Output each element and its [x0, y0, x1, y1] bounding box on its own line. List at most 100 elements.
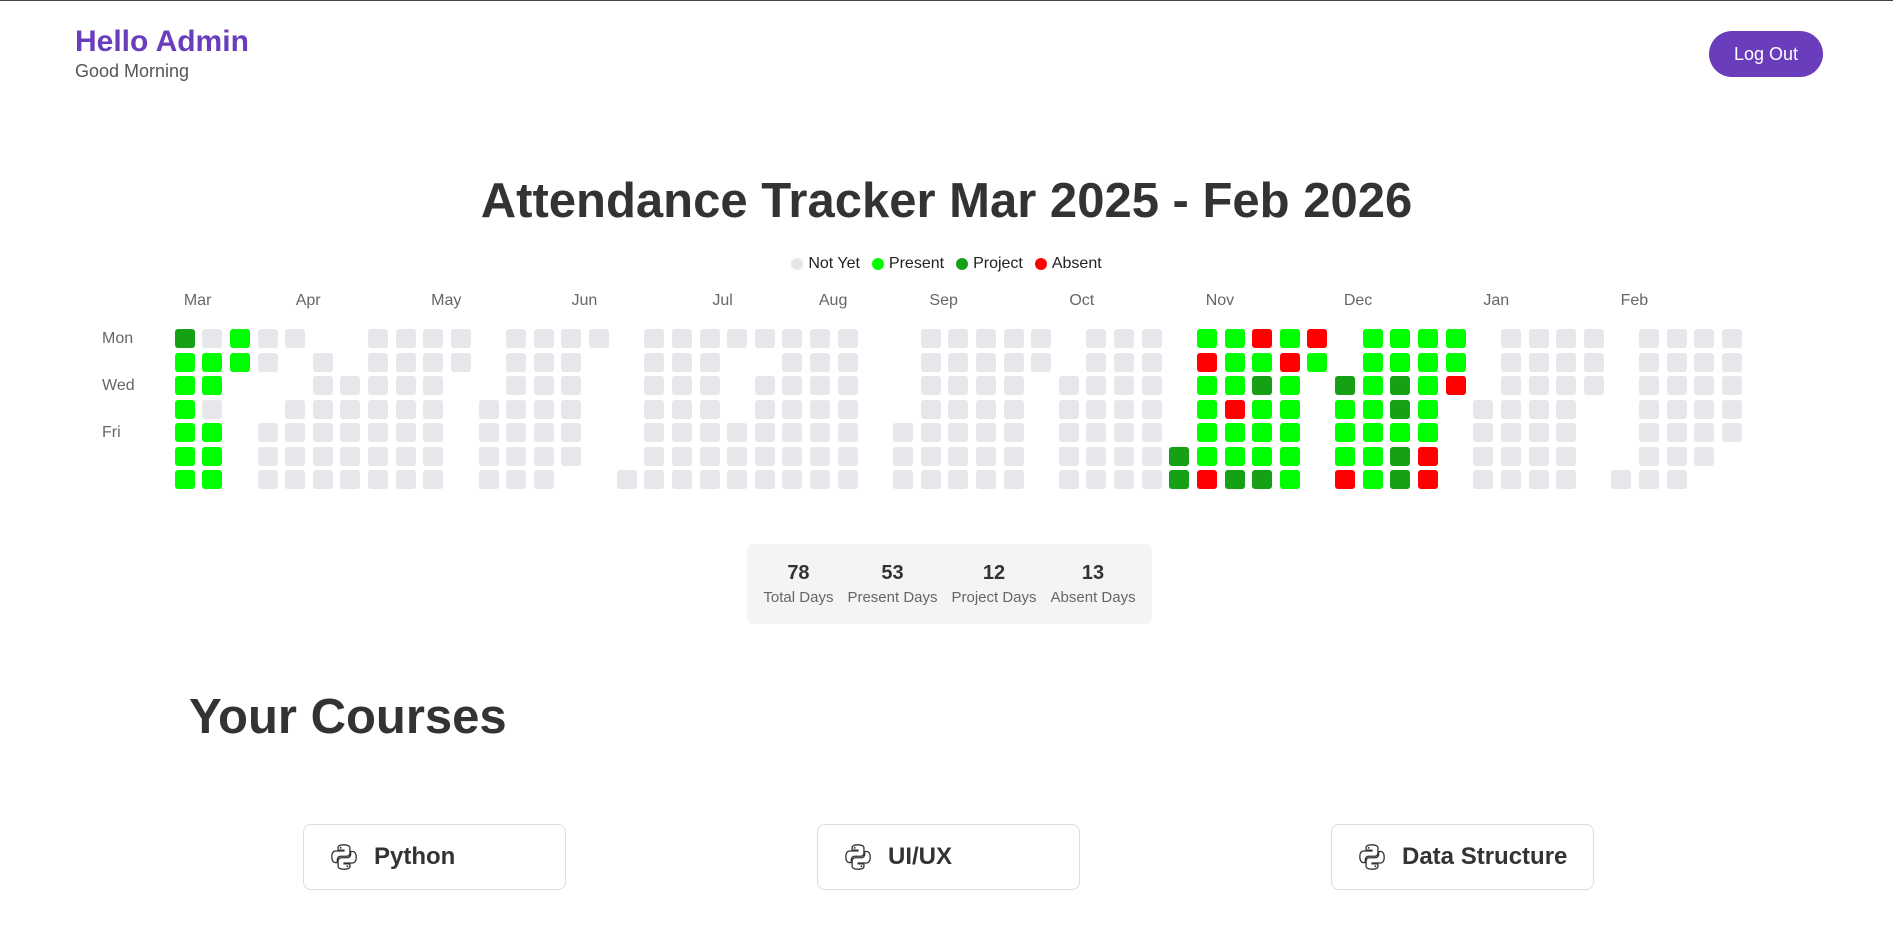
day-cell-present[interactable] [1252, 423, 1272, 442]
day-cell-not-yet[interactable] [1584, 353, 1604, 372]
day-cell-not-yet[interactable] [782, 376, 802, 395]
day-cell-project[interactable] [1225, 470, 1245, 489]
day-cell-present[interactable] [230, 329, 250, 348]
day-cell-not-yet[interactable] [506, 376, 526, 395]
day-cell-not-yet[interactable] [313, 400, 333, 419]
day-cell-not-yet[interactable] [1059, 400, 1079, 419]
day-cell-not-yet[interactable] [976, 329, 996, 348]
day-cell-not-yet[interactable] [1639, 447, 1659, 466]
day-cell-not-yet[interactable] [921, 376, 941, 395]
day-cell-not-yet[interactable] [506, 423, 526, 442]
day-cell-present[interactable] [1252, 447, 1272, 466]
day-cell-not-yet[interactable] [1667, 447, 1687, 466]
day-cell-not-yet[interactable] [1473, 423, 1493, 442]
day-cell-not-yet[interactable] [838, 470, 858, 489]
day-cell-not-yet[interactable] [810, 423, 830, 442]
day-cell-present[interactable] [202, 376, 222, 395]
day-cell-not-yet[interactable] [340, 423, 360, 442]
day-cell-not-yet[interactable] [1114, 470, 1134, 489]
day-cell-not-yet[interactable] [838, 447, 858, 466]
day-cell-not-yet[interactable] [423, 400, 443, 419]
day-cell-present[interactable] [1197, 400, 1217, 419]
day-cell-not-yet[interactable] [948, 400, 968, 419]
day-cell-not-yet[interactable] [921, 329, 941, 348]
day-cell-not-yet[interactable] [561, 353, 581, 372]
day-cell-not-yet[interactable] [396, 400, 416, 419]
day-cell-not-yet[interactable] [1611, 470, 1631, 489]
day-cell-absent[interactable] [1197, 353, 1217, 372]
day-cell-not-yet[interactable] [1694, 329, 1714, 348]
day-cell-not-yet[interactable] [1059, 447, 1079, 466]
day-cell-not-yet[interactable] [534, 329, 554, 348]
day-cell-not-yet[interactable] [672, 376, 692, 395]
day-cell-not-yet[interactable] [1667, 400, 1687, 419]
day-cell-not-yet[interactable] [1529, 353, 1549, 372]
day-cell-not-yet[interactable] [672, 400, 692, 419]
day-cell-not-yet[interactable] [1722, 423, 1742, 442]
day-cell-not-yet[interactable] [368, 376, 388, 395]
day-cell-not-yet[interactable] [1501, 447, 1521, 466]
day-cell-present[interactable] [1225, 423, 1245, 442]
day-cell-not-yet[interactable] [976, 447, 996, 466]
day-cell-present[interactable] [1446, 329, 1466, 348]
day-cell-present[interactable] [1280, 400, 1300, 419]
day-cell-present[interactable] [175, 353, 195, 372]
day-cell-not-yet[interactable] [423, 329, 443, 348]
day-cell-not-yet[interactable] [921, 353, 941, 372]
day-cell-not-yet[interactable] [1556, 353, 1576, 372]
day-cell-not-yet[interactable] [644, 423, 664, 442]
day-cell-not-yet[interactable] [921, 400, 941, 419]
day-cell-present[interactable] [1390, 423, 1410, 442]
day-cell-project[interactable] [1252, 376, 1272, 395]
day-cell-not-yet[interactable] [1142, 329, 1162, 348]
day-cell-present[interactable] [1197, 376, 1217, 395]
day-cell-not-yet[interactable] [1004, 447, 1024, 466]
day-cell-not-yet[interactable] [1004, 329, 1024, 348]
course-card-data-structure[interactable]: Data Structure [1331, 824, 1594, 890]
day-cell-not-yet[interactable] [810, 376, 830, 395]
day-cell-not-yet[interactable] [479, 447, 499, 466]
day-cell-not-yet[interactable] [506, 329, 526, 348]
day-cell-present[interactable] [1363, 376, 1383, 395]
day-cell-present[interactable] [1280, 423, 1300, 442]
day-cell-not-yet[interactable] [700, 400, 720, 419]
day-cell-absent[interactable] [1225, 400, 1245, 419]
day-cell-not-yet[interactable] [506, 470, 526, 489]
day-cell-not-yet[interactable] [838, 423, 858, 442]
day-cell-not-yet[interactable] [755, 376, 775, 395]
day-cell-not-yet[interactable] [1694, 376, 1714, 395]
day-cell-project[interactable] [1252, 470, 1272, 489]
day-cell-not-yet[interactable] [258, 470, 278, 489]
day-cell-not-yet[interactable] [396, 447, 416, 466]
day-cell-not-yet[interactable] [838, 329, 858, 348]
day-cell-not-yet[interactable] [1142, 470, 1162, 489]
day-cell-not-yet[interactable] [782, 329, 802, 348]
day-cell-not-yet[interactable] [285, 470, 305, 489]
day-cell-not-yet[interactable] [1086, 329, 1106, 348]
day-cell-not-yet[interactable] [782, 400, 802, 419]
day-cell-not-yet[interactable] [534, 447, 554, 466]
day-cell-present[interactable] [202, 353, 222, 372]
day-cell-present[interactable] [1335, 423, 1355, 442]
day-cell-not-yet[interactable] [810, 353, 830, 372]
day-cell-not-yet[interactable] [810, 470, 830, 489]
day-cell-not-yet[interactable] [617, 470, 637, 489]
day-cell-absent[interactable] [1197, 470, 1217, 489]
day-cell-not-yet[interactable] [1142, 447, 1162, 466]
day-cell-not-yet[interactable] [782, 470, 802, 489]
day-cell-not-yet[interactable] [1501, 400, 1521, 419]
day-cell-not-yet[interactable] [368, 329, 388, 348]
day-cell-not-yet[interactable] [1529, 423, 1549, 442]
logout-button[interactable]: Log Out [1709, 31, 1823, 77]
day-cell-not-yet[interactable] [534, 353, 554, 372]
day-cell-not-yet[interactable] [1031, 353, 1051, 372]
day-cell-not-yet[interactable] [202, 400, 222, 419]
day-cell-present[interactable] [1446, 353, 1466, 372]
day-cell-not-yet[interactable] [1584, 376, 1604, 395]
day-cell-not-yet[interactable] [1667, 353, 1687, 372]
day-cell-not-yet[interactable] [644, 447, 664, 466]
day-cell-not-yet[interactable] [1501, 353, 1521, 372]
day-cell-not-yet[interactable] [451, 329, 471, 348]
day-cell-present[interactable] [1418, 376, 1438, 395]
day-cell-not-yet[interactable] [368, 353, 388, 372]
